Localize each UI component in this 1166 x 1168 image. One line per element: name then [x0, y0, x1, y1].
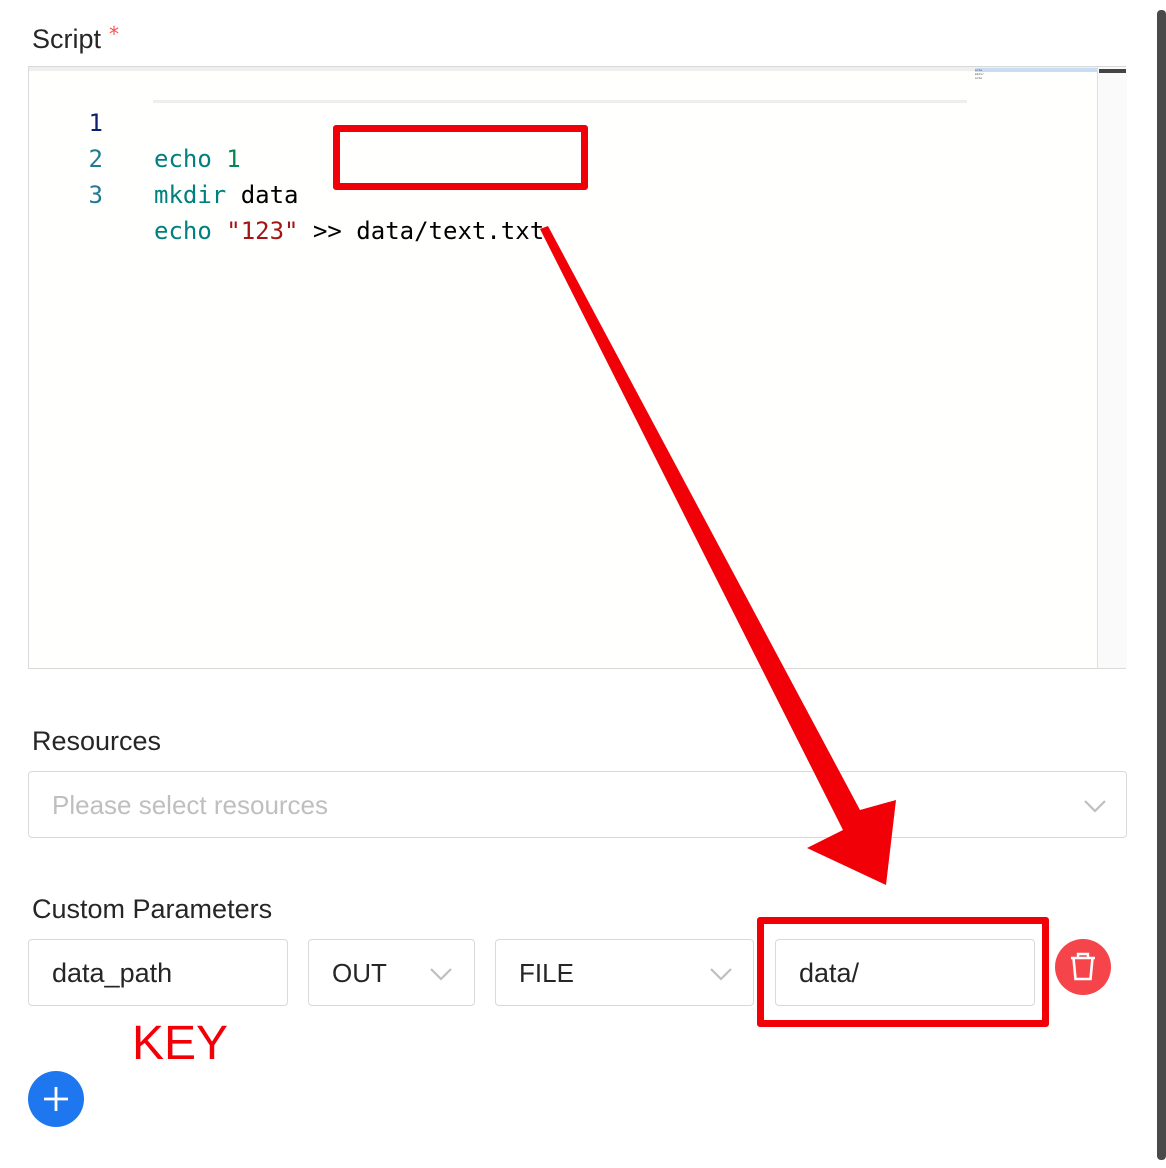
code-token: echo — [154, 145, 227, 173]
resources-select[interactable]: Please select resources — [28, 771, 1127, 838]
code-line[interactable]: 1 echo 1 — [29, 69, 241, 173]
code-token: >> data/text.txt — [298, 217, 545, 245]
param-type-value: FILE — [519, 958, 574, 988]
script-label-text: Script — [32, 24, 102, 54]
chevron-down-icon[interactable] — [1083, 798, 1107, 814]
code-token: mkdir — [154, 181, 241, 209]
current-line-highlight — [153, 69, 967, 103]
plus-icon — [44, 1087, 68, 1111]
code-text[interactable]: mkdir data — [154, 177, 299, 213]
chevron-down-icon[interactable] — [429, 966, 453, 982]
code-token: data — [240, 181, 299, 209]
code-text[interactable]: echo 1 — [154, 141, 241, 177]
highlight-box-script-path — [333, 125, 588, 190]
minimap-line: echo — [975, 76, 985, 80]
page-scrollbar[interactable] — [1157, 10, 1166, 1160]
delete-param-button[interactable] — [1055, 939, 1111, 995]
highlight-box-param-value — [757, 917, 1049, 1027]
resources-label: Resources — [32, 726, 162, 756]
chevron-down-icon[interactable] — [709, 966, 733, 982]
editor-minimap[interactable]: echo mkdir echo — [975, 68, 1097, 82]
code-text[interactable]: echo "123" >> data/text.txt — [154, 213, 544, 249]
code-token: echo — [154, 217, 227, 245]
param-direction-value: OUT — [332, 958, 387, 988]
resources-placeholder: Please select resources — [52, 790, 329, 820]
editor-scrollbar-thumb[interactable] — [1099, 69, 1126, 73]
trash-icon — [1071, 952, 1095, 981]
line-number: 3 — [88, 181, 103, 209]
page: Script * 1 echo 1 2 mkdir data 3 echo "12… — [0, 0, 1166, 1168]
key-annotation-label: KEY — [132, 1017, 229, 1070]
code-token: 1 — [226, 145, 241, 173]
code-token: "123" — [226, 217, 299, 245]
code-line[interactable]: 2 mkdir data — [29, 105, 299, 209]
add-param-button[interactable] — [28, 1071, 84, 1127]
param-type-select[interactable]: FILE — [495, 939, 754, 1006]
custom-parameters-label: Custom Parameters — [32, 894, 273, 924]
param-key-input[interactable]: data_path — [28, 939, 288, 1006]
script-label: Script * — [32, 22, 119, 55]
param-direction-select[interactable]: OUT — [308, 939, 475, 1006]
editor-scrollbar[interactable] — [1097, 67, 1127, 668]
code-line[interactable]: 3 echo "123" >> data/text.txt — [29, 141, 545, 245]
param-key-value: data_path — [52, 958, 173, 988]
required-marker: * — [109, 22, 120, 46]
